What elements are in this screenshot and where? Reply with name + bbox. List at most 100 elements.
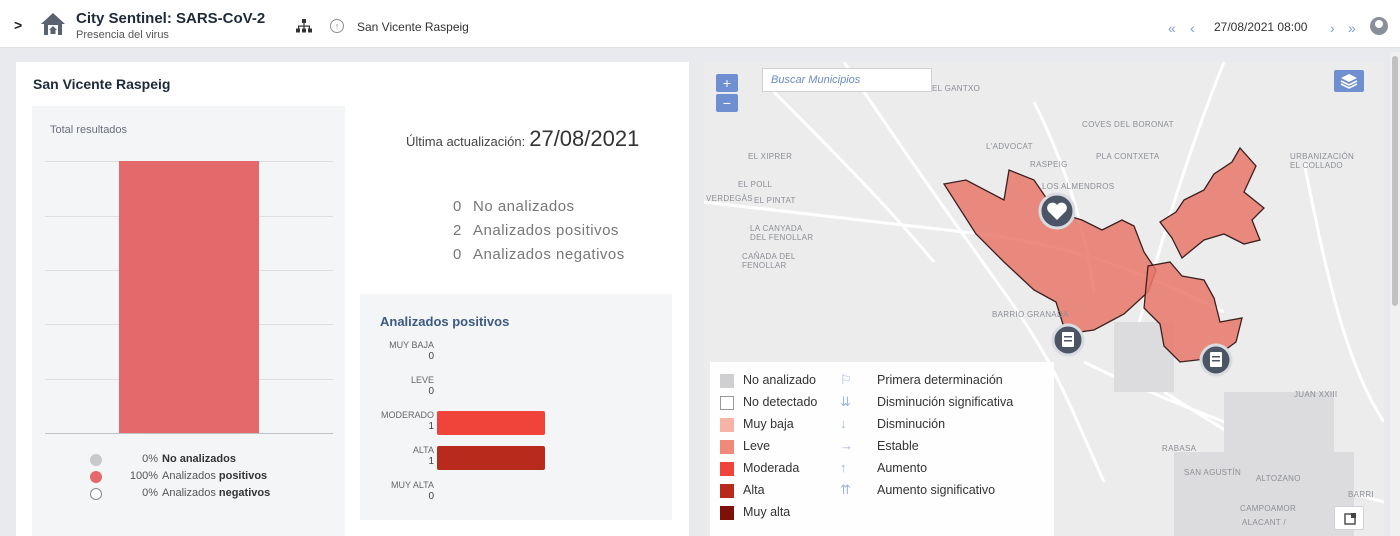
legend-level-label: Leve: [743, 439, 771, 453]
count-value: 0: [453, 246, 462, 263]
map-place-label: JUAN XXIII: [1294, 390, 1338, 399]
legend-level-label: Alta: [743, 483, 765, 497]
legend-trend-label: Primera determinación: [877, 373, 1003, 387]
arrow-right-icon: →: [840, 438, 853, 453]
next-date-button[interactable]: ›: [1330, 20, 1335, 36]
count-row: 0 No analizados: [453, 198, 625, 222]
legend-trend-label: Disminución: [877, 417, 946, 431]
legend-dot: [90, 454, 102, 466]
map-legend-row: No analizado ⚐ Primera determinación: [710, 370, 1054, 392]
legend-pct: 100%: [129, 470, 158, 482]
count-label: No analizados: [473, 198, 575, 215]
count-label: Analizados negativos: [473, 246, 625, 263]
municipality-panel: San Vicente Raspeig Total resultados 0% …: [16, 62, 689, 536]
panel-title: San Vicente Raspeig: [33, 76, 171, 92]
map-place-label: COVES DEL BORONAT: [1082, 120, 1174, 129]
double-arrow-up-icon: ⇈: [840, 482, 851, 497]
map-legend: No analizado ⚐ Primera determinación No …: [710, 362, 1054, 536]
level-label: MUY BAJA 0: [360, 340, 434, 362]
level-count: 1: [428, 456, 434, 467]
map-place-label: LOS ALMENDROS: [1042, 182, 1115, 191]
legend-dot: [90, 488, 102, 500]
legend-swatch: [720, 418, 734, 432]
level-count: 0: [428, 491, 434, 502]
legend-level-label: No analizado: [743, 373, 816, 387]
last-update: Última actualización: 27/08/2021: [406, 126, 639, 152]
total-results-bar[interactable]: [119, 161, 259, 433]
legend-text: Analizados negativos: [162, 487, 271, 499]
expand-menu-icon[interactable]: >: [14, 17, 22, 33]
level-count: 1: [428, 421, 434, 432]
scrollbar-thumb[interactable]: [1392, 56, 1398, 306]
legend-swatch: [720, 396, 734, 410]
level-name: ALTA: [412, 445, 434, 455]
legend-trend-label: Disminución significativa: [877, 395, 1014, 409]
map-place-label: ALTOZANO: [1256, 474, 1301, 483]
count-label: Analizados positivos: [473, 222, 619, 239]
prev-date-button[interactable]: ‹: [1190, 20, 1195, 36]
map-place-label: EL XIPRER: [748, 152, 793, 161]
first-date-button[interactable]: «: [1168, 20, 1176, 36]
app-title: City Sentinel: SARS-CoV-2: [76, 10, 266, 27]
legend-trend-label: Estable: [877, 439, 919, 453]
breadcrumb-location[interactable]: San Vicente Raspeig: [357, 20, 469, 34]
map-place-label: BARRI: [1348, 490, 1374, 499]
legend-dot: [90, 471, 102, 483]
count-row: 0 Analizados negativos: [453, 246, 625, 270]
map-place-label: EL PINTAT: [754, 196, 796, 205]
level-count: 0: [428, 351, 434, 362]
app-subtitle: Presencia del virus: [76, 29, 169, 41]
user-avatar-icon[interactable]: [1370, 17, 1388, 35]
map-place-label: ALACANT /: [1242, 518, 1286, 527]
legend-level-label: Muy alta: [743, 505, 791, 519]
zoom-out-button[interactable]: −: [716, 94, 738, 112]
total-results-chart: Total resultados 0% No analizados 100% A…: [32, 106, 345, 536]
map-place-label: EL GANTXO: [932, 84, 981, 93]
fullscreen-button[interactable]: [1334, 506, 1364, 530]
level-name: MUY BAJA: [389, 340, 434, 350]
map-view[interactable]: EL GANTXO COVES DEL BORONAT L'ADVOCAT PL…: [704, 62, 1384, 536]
zoom-in-button[interactable]: +: [716, 74, 738, 92]
map-place-label: LA CANYADA DEL FENOLLAR: [750, 224, 814, 242]
layers-button[interactable]: [1334, 70, 1364, 92]
map-place-label: SAN AGUSTÍN: [1184, 468, 1242, 477]
analysis-counts: 0 No analizados 2 Analizados positivos 0 An…: [453, 198, 625, 270]
positivos-chart: Analizados positivos MUY BAJA 0 LEVE 0 MODER…: [360, 294, 672, 520]
map-place-label: CAMPOAMOR: [1240, 504, 1297, 513]
arrow-up-icon: ↑: [840, 460, 847, 475]
level-label: MUY ALTA 0: [360, 480, 434, 502]
last-date-button[interactable]: »: [1348, 20, 1356, 36]
legend-level-label: Muy baja: [743, 417, 794, 431]
legend-swatch: [720, 374, 734, 388]
arrow-down-icon: ↓: [840, 416, 847, 431]
positivos-title: Analizados positivos: [380, 314, 510, 329]
level-name: MUY ALTA: [390, 480, 434, 490]
level-label: ALTA 1: [360, 445, 434, 467]
total-results-label: Total resultados: [50, 124, 128, 136]
current-date[interactable]: 27/08/2021 08:00: [1214, 20, 1307, 34]
layers-icon: [1340, 74, 1358, 89]
page-scrollbar[interactable]: [1390, 52, 1400, 536]
map-place-label: VERDEGÀS: [706, 194, 753, 203]
count-value: 2: [453, 222, 462, 239]
map-place-label: RABASA: [1162, 444, 1197, 453]
legend-text: No analizados: [162, 453, 236, 465]
level-bar[interactable]: [437, 446, 545, 470]
top-bar: > City Sentinel: SARS-CoV-2 Presencia de…: [0, 0, 1400, 48]
hierarchy-icon[interactable]: [296, 19, 312, 33]
heart-marker-icon: [1038, 192, 1076, 230]
zoom-controls: + −: [716, 74, 738, 112]
legend-text: Analizados positivos: [162, 470, 268, 482]
municipality-search-input[interactable]: Buscar Municipios: [762, 68, 932, 92]
level-bar[interactable]: [437, 411, 545, 435]
map-legend-row: Alta ⇈ Aumento significativo: [710, 480, 1054, 502]
map-place-label: L'ADVOCAT: [986, 142, 1033, 151]
last-update-label: Última actualización:: [406, 134, 526, 149]
map-place-label: URBANIZACIÓN EL COLLADO: [1290, 152, 1355, 170]
map-place-label: BARRIO GRANADA: [992, 310, 1069, 319]
count-row: 2 Analizados positivos: [453, 222, 625, 246]
level-name: MODERADO: [380, 410, 434, 420]
level-label: MODERADO 1: [360, 410, 434, 432]
home-icon[interactable]: [40, 12, 66, 36]
go-up-icon[interactable]: ↑: [330, 19, 344, 33]
